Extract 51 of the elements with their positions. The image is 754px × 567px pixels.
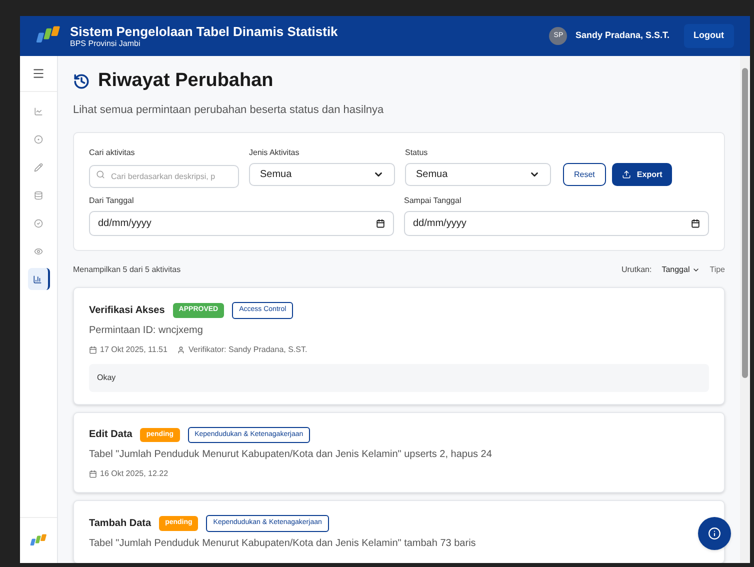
bar-chart-icon [33, 274, 42, 284]
calendar-icon [376, 219, 385, 228]
activity-date: 17 Okt 2025, 11.51 [100, 344, 168, 356]
activity-date: 16 Okt 2025, 12.22 [100, 468, 168, 480]
check-circle-icon [34, 218, 43, 228]
field-label: Status [405, 147, 429, 159]
sort-option[interactable]: Tanggal [662, 264, 700, 276]
line-chart-icon [34, 106, 43, 116]
pencil-icon [34, 162, 43, 172]
activity-title: Verifikasi Akses [89, 304, 165, 318]
activity-description: Permintaan ID: wncjxemg [89, 324, 204, 338]
logout-button[interactable]: Logout [684, 24, 734, 48]
page-subtitle: Lihat semua permintaan perubahan beserta status dan hasilnya [73, 102, 385, 118]
activity-title: Tambah Data [89, 516, 152, 531]
sort-label: Urutkan: [621, 264, 652, 276]
dropdown[interactable]: Semua [249, 163, 395, 186]
eye-icon [34, 246, 43, 256]
upload-icon [622, 170, 631, 179]
date-field[interactable]: dd/mm/yyyy [404, 211, 709, 236]
calendar-icon [89, 470, 97, 478]
user-icon [177, 346, 186, 354]
info-icon [708, 527, 721, 540]
export-button[interactable]: Export [612, 163, 672, 186]
activity-description: Tabel "Jumlah Penduduk Menurut Kabupaten/Kota dan Jenis Kelamin" upserts 2, hapus 24 [89, 448, 493, 462]
sort-option[interactable]: Tipe [710, 264, 725, 276]
field-label: Sampai Tanggal [404, 195, 462, 207]
dropdown[interactable]: Semua [405, 163, 551, 186]
activity-description: Tabel "Jumlah Penduduk Menurut Kabupaten/Kota dan Jenis Kelamin" tambah 73 baris [89, 536, 477, 550]
activity-title: Edit Data [89, 428, 132, 442]
field-label: Dari Tanggal [89, 195, 135, 207]
reset-button[interactable]: Reset [563, 163, 606, 186]
activity-note: Okay [89, 364, 709, 392]
field-label: Jenis Aktivitas [249, 147, 300, 159]
user-name: Sandy Pradana, S.S.T. [575, 29, 670, 42]
history-icon [73, 72, 90, 90]
calendar-icon [691, 219, 700, 228]
calendar-icon [89, 346, 97, 354]
verifier-name: Verifikator: Sandy Pradana, S.ST. [188, 344, 308, 356]
result-count: Menampilkan 5 dari 5 aktivitas [73, 264, 181, 276]
database-icon [34, 190, 43, 200]
field-label: Cari aktivitas [89, 147, 136, 159]
sidebar-item[interactable] [28, 268, 50, 290]
app-title: Sistem Pengelolaan Tabel Dinamis Statistik [70, 24, 338, 38]
search-field[interactable]: Cari berdasarkan deskripsi, p [89, 165, 239, 188]
target-icon [34, 134, 43, 144]
app-subtitle: BPS Provinsi Jambi [70, 38, 140, 48]
page-title: Riwayat Perubahan [98, 69, 274, 93]
menu-icon[interactable] [32, 67, 45, 80]
chevron-icon [692, 266, 700, 274]
date-field[interactable]: dd/mm/yyyy [89, 211, 394, 236]
search-icon [96, 170, 105, 179]
